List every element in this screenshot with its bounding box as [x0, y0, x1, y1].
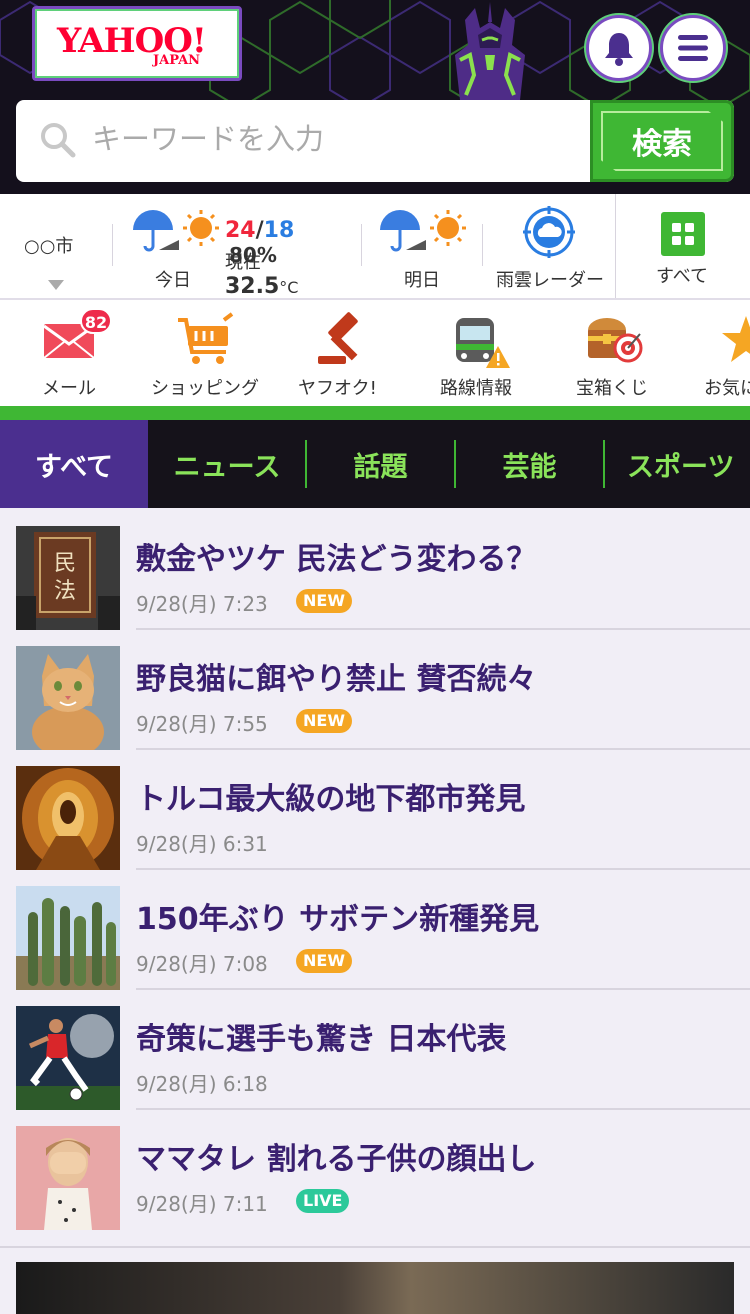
- search-button[interactable]: 検索: [590, 100, 734, 182]
- tab-label: 話題: [353, 451, 408, 483]
- news-title: 奇策に選手も驚き 日本代表: [136, 1022, 507, 1057]
- search-icon: [41, 123, 76, 158]
- tab-label: スポーツ: [627, 451, 735, 483]
- news-item[interactable]: 150年ぶり サボテン新種発見 9/28(月) 7:08 NEW: [0, 868, 750, 990]
- tab-label: 芸能: [502, 451, 557, 483]
- weather-tomorrow[interactable]: 明日: [362, 194, 482, 298]
- current-temp: 32.5: [225, 274, 280, 299]
- mecha-character-icon: [455, 2, 525, 100]
- news-thumbnail: [16, 646, 120, 750]
- service-label: メール: [42, 378, 96, 399]
- rain-radar-button[interactable]: 雨雲レーダー: [483, 194, 615, 298]
- tab-news[interactable]: ニュース: [150, 420, 304, 508]
- city-selector[interactable]: ○○市: [0, 194, 112, 298]
- all-label: すべて: [656, 266, 709, 287]
- service-label: お気に: [704, 378, 750, 399]
- grid-icon: [661, 212, 705, 256]
- news-thumbnail: [16, 1126, 120, 1230]
- news-time: 9/28(月) 7:11: [136, 1192, 268, 1216]
- tomorrow-label: 明日: [404, 270, 440, 291]
- news-time: 9/28(月) 7:55: [136, 712, 268, 736]
- temp-unit: °C: [279, 278, 299, 297]
- header: YAHOO! JAPAN 検索: [0, 0, 750, 194]
- news-title: 150年ぶり サボテン新種発見: [136, 902, 540, 937]
- svg-text:民: 民: [54, 551, 76, 576]
- new-badge: NEW: [296, 709, 352, 733]
- new-badge: NEW: [296, 949, 352, 973]
- service-shopping[interactable]: ショッピング: [138, 300, 274, 406]
- star-icon: [722, 316, 750, 362]
- news-item[interactable]: トルコ最大級の地下都市発見 9/28(月) 6:31: [0, 748, 750, 870]
- news-title: 野良猫に餌やり禁止 賛否続々: [136, 662, 537, 697]
- feature-banner[interactable]: [16, 1262, 734, 1314]
- treasure-icon: [588, 318, 643, 363]
- news-item[interactable]: 奇策に選手も驚き 日本代表 9/28(月) 6:18: [0, 988, 750, 1110]
- service-label: ヤフオク!: [298, 378, 377, 399]
- tab-label: ニュース: [173, 451, 281, 483]
- accent-bar: [0, 406, 750, 420]
- news-time: 9/28(月) 7:23: [136, 592, 268, 616]
- search-input[interactable]: [92, 116, 572, 162]
- news-time: 9/28(月) 6:18: [136, 1072, 268, 1096]
- menu-button[interactable]: [660, 15, 726, 81]
- news-item[interactable]: ママタレ 割れる子供の顔出し 9/28(月) 7:11 LIVE: [0, 1108, 750, 1230]
- search-button-frame: [601, 111, 723, 171]
- news-title: トルコ最大級の地下都市発見: [136, 782, 526, 817]
- rain-then-sunny-icon: [380, 210, 466, 252]
- news-thumbnail: [16, 1006, 120, 1110]
- mail-count-badge: 82: [80, 308, 112, 334]
- service-label: ショッピング: [151, 378, 259, 399]
- service-treasure[interactable]: 宝箱くじ: [544, 300, 680, 406]
- low-temp: 18: [263, 218, 295, 243]
- tab-sports[interactable]: スポーツ: [605, 420, 750, 508]
- news-title: ママタレ 割れる子供の顔出し: [136, 1142, 537, 1177]
- news-item[interactable]: 野良猫に餌やり禁止 賛否続々 9/28(月) 7:55 NEW: [0, 628, 750, 750]
- auction-hammer-icon: [318, 312, 358, 364]
- category-tabs: すべて ニュース 話題 芸能 スポーツ: [0, 420, 750, 508]
- news-title: 敷金やツケ 民法どう変わる？: [136, 542, 537, 577]
- current-label: 現在: [225, 252, 261, 273]
- service-transit[interactable]: 路線情報: [404, 300, 544, 406]
- news-item[interactable]: 民 法 敷金やツケ 民法どう変わる？ 9/28(月) 7:23 NEW: [0, 508, 750, 630]
- hamburger-menu-icon: [678, 35, 708, 61]
- today-label: 今日: [155, 270, 191, 291]
- service-auction[interactable]: ヤフオク!: [274, 300, 404, 406]
- news-thumbnail: [16, 886, 120, 990]
- service-mail[interactable]: 82 メール: [0, 300, 138, 406]
- cart-icon: [178, 312, 234, 364]
- radar-icon: [523, 206, 575, 258]
- live-badge: LIVE: [296, 1189, 350, 1213]
- tab-all[interactable]: すべて: [0, 420, 148, 508]
- train-icon: [456, 318, 510, 368]
- new-badge: NEW: [296, 589, 352, 613]
- weather-bar: ○○市 今日 24/18 80% 現在 32.5°C 明日 雨雲レーダー すべて: [0, 194, 750, 300]
- weather-all-button[interactable]: すべて: [616, 194, 750, 298]
- service-favorites[interactable]: お気に: [680, 300, 750, 406]
- service-label: 路線情報: [440, 378, 512, 399]
- service-shortcuts: 82 メール ショッピング ヤフオク! 路線情報 宝箱くじ お気に: [0, 300, 750, 406]
- yahoo-logo[interactable]: YAHOO! JAPAN: [32, 6, 242, 81]
- svg-text:法: 法: [54, 579, 76, 604]
- tab-entertainment[interactable]: 芸能: [456, 420, 603, 508]
- notification-bell-button[interactable]: [586, 15, 652, 81]
- caret-down-icon: [48, 280, 64, 290]
- tab-label: すべて: [34, 451, 114, 483]
- rain-then-sunny-icon: [133, 210, 219, 252]
- news-thumbnail: [16, 766, 120, 870]
- high-temp: 24: [225, 218, 256, 243]
- logo-subtext: JAPAN: [153, 53, 201, 68]
- section-divider: [0, 1246, 750, 1248]
- radar-label: 雨雲レーダー: [496, 270, 604, 291]
- service-label: 宝箱くじ: [576, 378, 648, 399]
- news-time: 9/28(月) 6:31: [136, 832, 268, 856]
- news-thumbnail: 民 法: [16, 526, 120, 630]
- city-name: ○○市: [24, 236, 74, 257]
- tab-topics[interactable]: 話題: [307, 420, 454, 508]
- news-time: 9/28(月) 7:08: [136, 952, 268, 976]
- bell-icon: [605, 33, 633, 66]
- temp-slash: /: [255, 218, 264, 243]
